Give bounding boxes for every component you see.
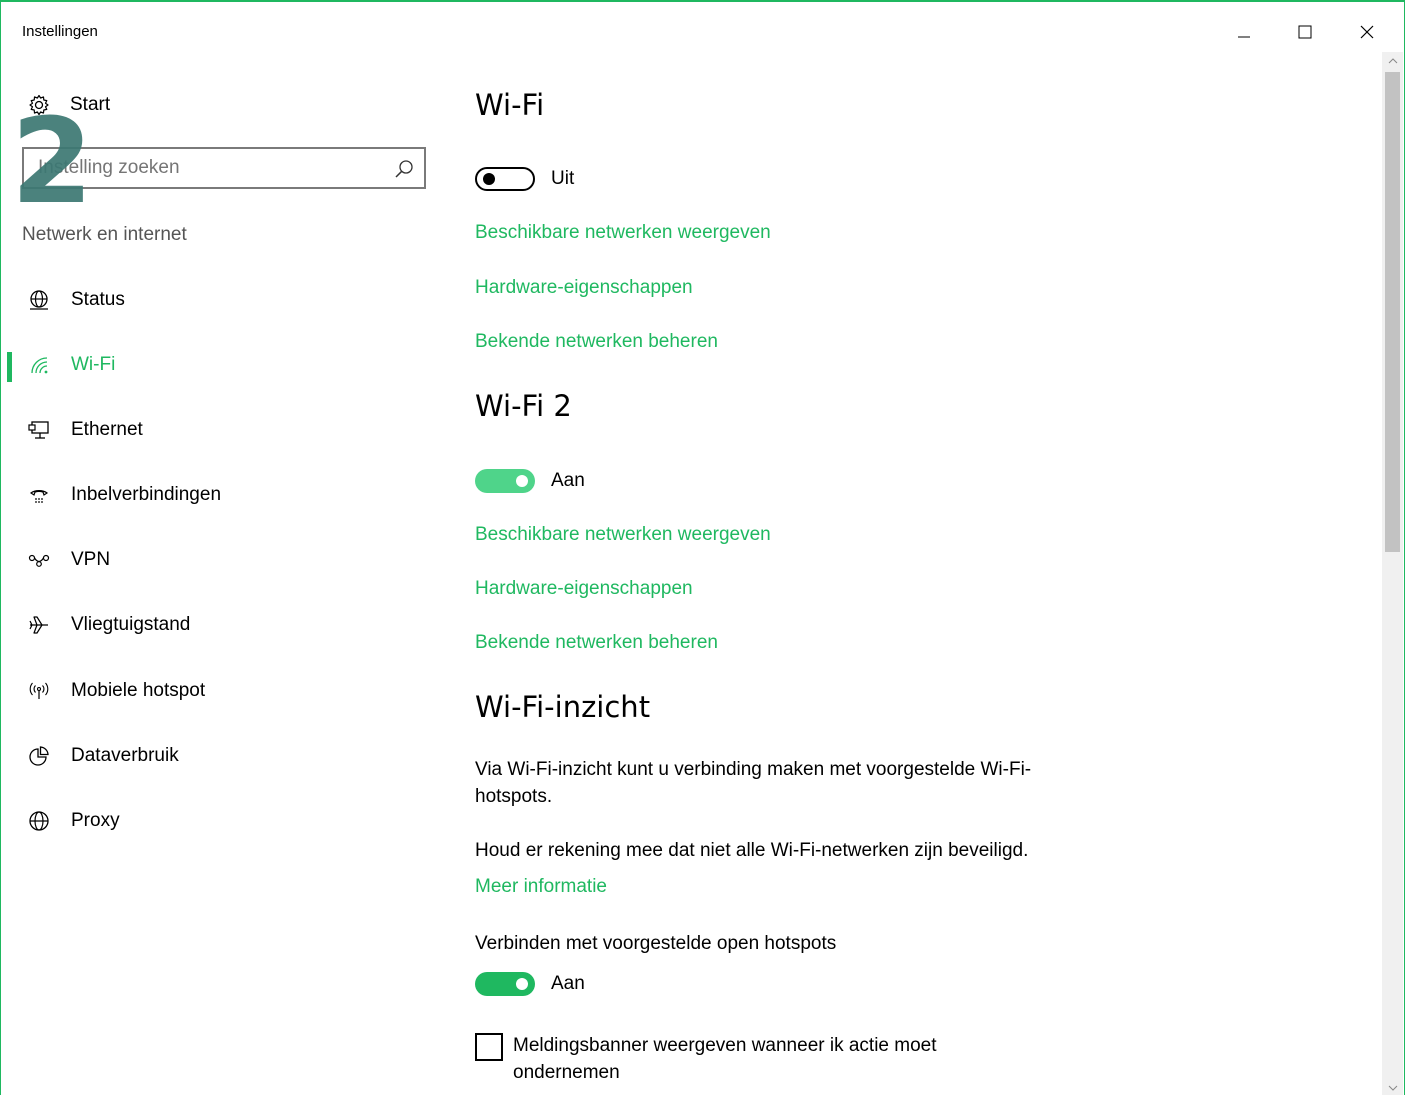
sidebar-item-proxy[interactable]: Proxy bbox=[1, 795, 441, 847]
wifi-sense-heading: Wi-Fi-inzicht bbox=[475, 690, 651, 724]
sidebar-item-airplane[interactable]: Vliegtuigstand bbox=[1, 599, 441, 651]
ethernet-icon bbox=[27, 418, 51, 442]
sidebar-item-label: Mobiele hotspot bbox=[71, 680, 206, 701]
wifi-icon bbox=[27, 353, 51, 377]
section-label: Netwerk en internet bbox=[22, 224, 187, 245]
gear-icon bbox=[28, 94, 50, 116]
scroll-up-button[interactable] bbox=[1382, 52, 1403, 70]
wifi-heading: Wi-Fi bbox=[475, 88, 545, 122]
home-link[interactable]: Start bbox=[28, 90, 110, 120]
wifi-hardware-properties-link[interactable]: Hardware-eigenschappen bbox=[475, 277, 693, 299]
sidebar-item-label: Dataverbruik bbox=[71, 745, 179, 766]
scroll-down-button[interactable] bbox=[1382, 1079, 1403, 1095]
dialup-icon bbox=[27, 483, 51, 507]
search-icon[interactable] bbox=[394, 159, 414, 179]
vertical-scrollbar[interactable] bbox=[1382, 52, 1403, 1095]
sidebar-item-label: Inbelverbindingen bbox=[71, 484, 222, 505]
wifi2-toggle-row: Aan bbox=[475, 469, 585, 493]
home-label: Start bbox=[70, 94, 111, 115]
sidebar-item-wifi[interactable]: Wi-Fi bbox=[1, 339, 441, 391]
wifi-toggle-row: Uit bbox=[475, 167, 574, 191]
banner-checkbox[interactable] bbox=[475, 1033, 503, 1061]
sidebar-item-label: VPN bbox=[71, 549, 111, 570]
minimize-icon bbox=[1238, 36, 1250, 38]
toggle-knob bbox=[483, 173, 495, 185]
airplane-icon bbox=[27, 613, 51, 637]
wifi-toggle-state: Uit bbox=[551, 168, 575, 189]
open-hotspots-toggle-row: Aan bbox=[475, 972, 585, 996]
window-title: Instellingen bbox=[22, 23, 98, 40]
toggle-knob bbox=[516, 978, 528, 990]
sidebar-item-label: Proxy bbox=[71, 810, 120, 831]
wifi-toggle[interactable] bbox=[475, 167, 535, 191]
toggle-knob bbox=[516, 475, 528, 487]
sidebar-item-vpn[interactable]: VPN bbox=[1, 534, 441, 586]
wifi2-available-networks-link[interactable]: Beschikbare netwerken weergeven bbox=[475, 524, 771, 546]
wifi-sense-warning: Houd er rekening mee dat niet alle Wi-Fi… bbox=[475, 840, 1029, 861]
scrollbar-thumb[interactable] bbox=[1385, 72, 1400, 552]
close-icon bbox=[1360, 25, 1374, 39]
maximize-icon bbox=[1298, 25, 1312, 39]
sidebar-item-dialup[interactable]: Inbelverbindingen bbox=[1, 469, 441, 521]
wifi-available-networks-link[interactable]: Beschikbare netwerken weergeven bbox=[475, 222, 771, 244]
settings-window: Instellingen Start 2 bbox=[0, 0, 1405, 1095]
wifi2-toggle-state: Aan bbox=[551, 470, 585, 491]
data-usage-icon bbox=[27, 744, 51, 768]
banner-checkbox-label: Meldingsbanner weergeven wanneer ik acti… bbox=[513, 1035, 937, 1083]
wifi2-manage-known-networks-link[interactable]: Bekende netwerken beheren bbox=[475, 632, 718, 654]
title-bar: Instellingen bbox=[1, 2, 1404, 62]
hotspot-icon bbox=[27, 679, 51, 703]
open-hotspots-toggle-state: Aan bbox=[551, 973, 585, 994]
sidebar-item-label: Vliegtuigstand bbox=[71, 614, 191, 635]
chevron-down-icon bbox=[1388, 1085, 1397, 1091]
sidebar-item-label: Wi-Fi bbox=[71, 354, 116, 375]
sidebar-item-label: Ethernet bbox=[71, 419, 143, 440]
wifi-manage-known-networks-link[interactable]: Bekende netwerken beheren bbox=[475, 331, 718, 353]
globe-status-icon bbox=[27, 288, 51, 312]
chevron-up-icon bbox=[1388, 58, 1397, 64]
sidebar-item-hotspot[interactable]: Mobiele hotspot bbox=[1, 665, 441, 717]
sidebar-item-data-usage[interactable]: Dataverbruik bbox=[1, 730, 441, 782]
maximize-button[interactable] bbox=[1282, 12, 1328, 52]
main-content: Wi-Fi Uit Beschikbare netwerken weergeve… bbox=[475, 62, 1355, 1095]
wifi2-toggle[interactable] bbox=[475, 469, 535, 493]
search-box bbox=[22, 147, 426, 189]
close-button[interactable] bbox=[1344, 12, 1390, 52]
sidebar-item-status[interactable]: Status bbox=[1, 274, 441, 326]
sidebar-item-label: Status bbox=[71, 289, 125, 310]
open-hotspots-label: Verbinden met voorgestelde open hotspots bbox=[475, 933, 837, 954]
sidebar-item-ethernet[interactable]: Ethernet bbox=[1, 404, 441, 456]
more-info-link[interactable]: Meer informatie bbox=[475, 876, 607, 898]
minimize-button[interactable] bbox=[1221, 12, 1267, 52]
sidebar: Start 2 Netwerk en internet Status Wi-Fi bbox=[1, 62, 441, 1095]
search-input[interactable] bbox=[24, 149, 424, 187]
banner-checkbox-row: Meldingsbanner weergeven wanneer ik acti… bbox=[475, 1032, 983, 1086]
wifi2-heading: Wi-Fi 2 bbox=[475, 389, 572, 423]
open-hotspots-toggle[interactable] bbox=[475, 972, 535, 996]
globe-icon bbox=[27, 809, 51, 833]
active-indicator bbox=[7, 352, 12, 382]
wifi-sense-description: Via Wi-Fi-inzicht kunt u verbinding make… bbox=[475, 759, 1032, 807]
vpn-icon bbox=[27, 548, 51, 572]
wifi2-hardware-properties-link[interactable]: Hardware-eigenschappen bbox=[475, 578, 693, 600]
